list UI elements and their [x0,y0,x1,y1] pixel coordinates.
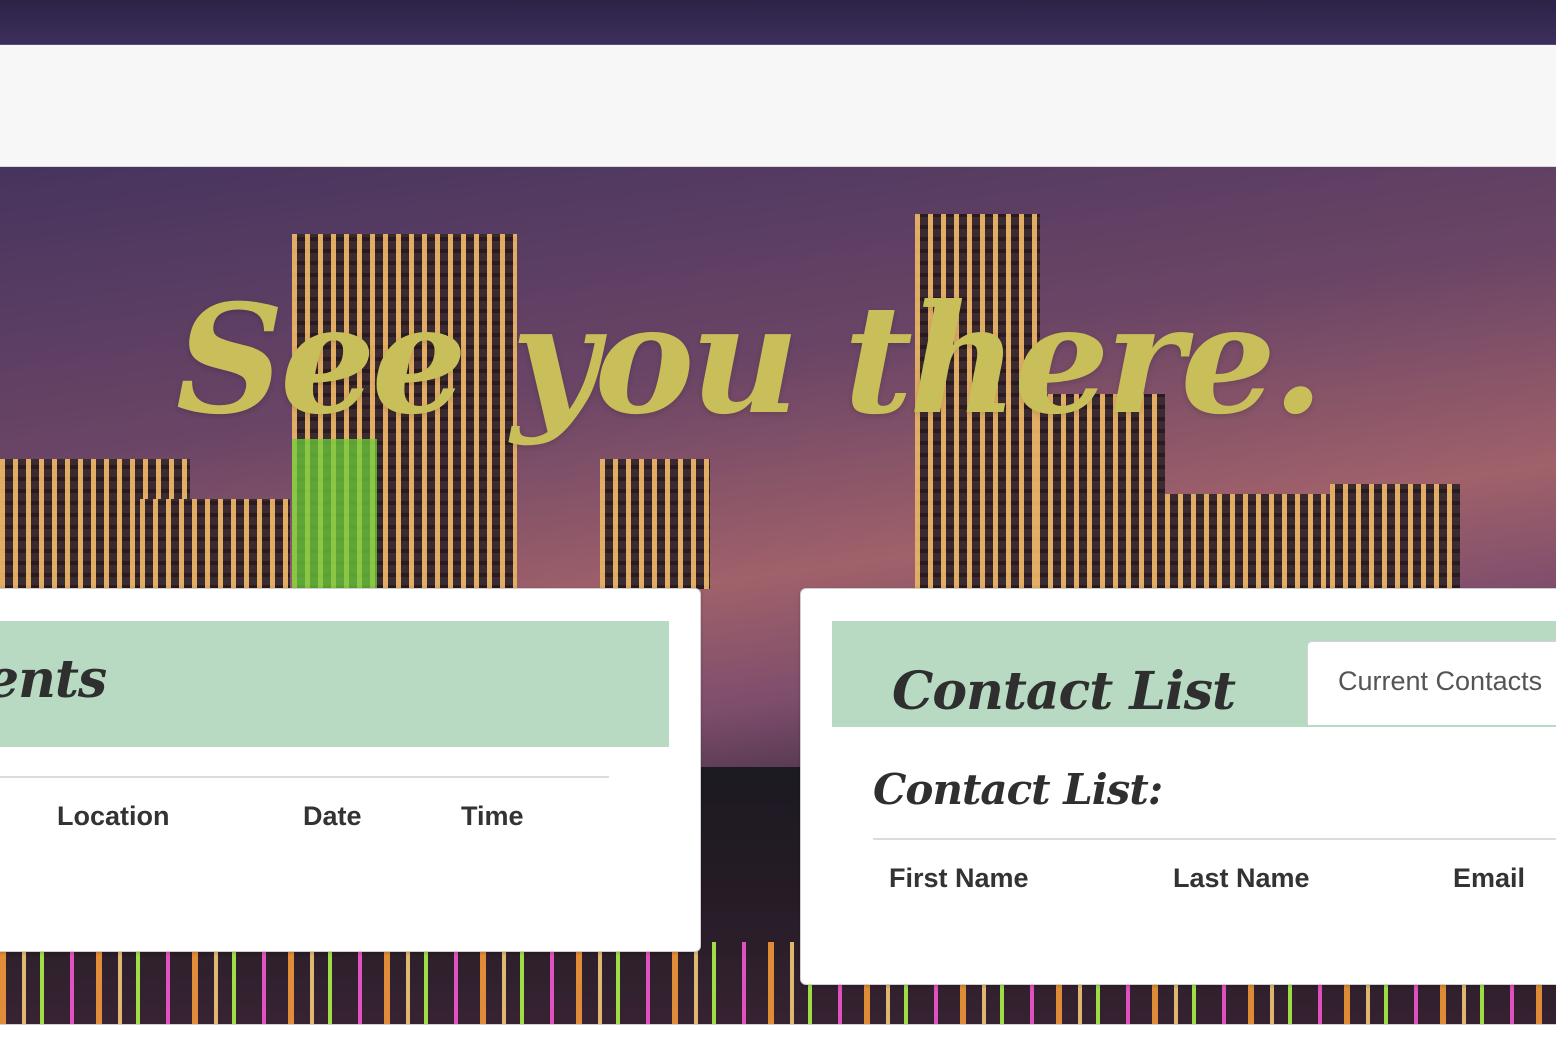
contacts-title: Contact List [892,661,1236,722]
tab-current-contacts[interactable]: Current Contacts [1307,641,1556,725]
contacts-divider [873,838,1556,840]
hero-title: See you there. [175,272,1324,448]
building [1165,494,1335,589]
contacts-subtitle: Contact List: [873,765,1163,814]
events-panel: ents Location Date Time [0,588,701,952]
building [600,459,710,589]
page-footer-area [0,1024,1556,1057]
building [292,439,377,589]
events-column-location: Location [57,801,170,831]
events-title: ents [0,649,107,710]
contacts-column-first-name: First Name [889,863,1029,893]
contacts-column-last-name: Last Name [1173,863,1310,893]
events-panel-header: ents [0,621,669,747]
events-column-date: Date [303,801,362,831]
events-column-time: Time [461,801,524,831]
contacts-panel: Contact List Current Contacts Contact Li… [800,588,1556,985]
building [140,499,290,589]
contacts-column-email: Email [1453,863,1526,893]
top-strip [0,0,1556,45]
navbar [0,45,1556,167]
events-divider [0,776,609,778]
building [1330,484,1460,589]
